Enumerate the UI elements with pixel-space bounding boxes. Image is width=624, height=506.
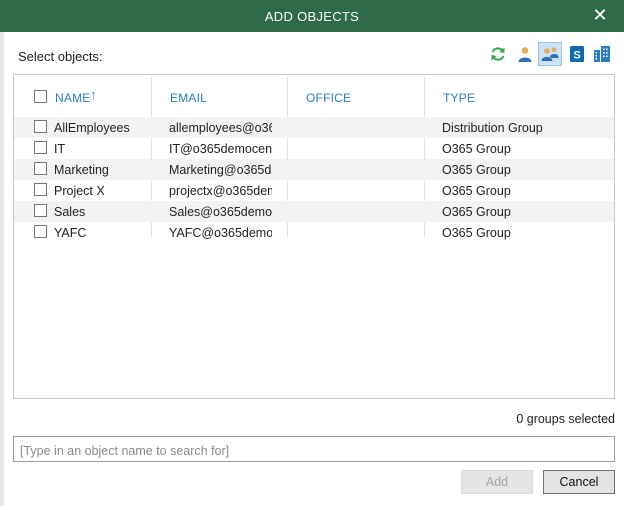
table-row[interactable]: Project X projectx@o365dem O365 Group bbox=[14, 180, 614, 201]
grid-header: NAME ↑ EMAIL OFFICE TYPE bbox=[14, 75, 614, 117]
sort-ascending-icon: ↑ bbox=[90, 87, 97, 102]
search-input[interactable] bbox=[14, 437, 614, 461]
cell-type: O365 Group bbox=[442, 142, 511, 156]
organization-icon[interactable] bbox=[590, 42, 614, 66]
cell-email: Marketing@o365de bbox=[169, 163, 272, 177]
cell-name: YAFC bbox=[54, 226, 87, 240]
cell-name: Sales bbox=[54, 205, 86, 219]
column-header-name[interactable]: NAME bbox=[55, 91, 90, 105]
cell-email: projectx@o365dem bbox=[169, 184, 272, 198]
cell-email: IT@o365democente bbox=[169, 142, 272, 156]
cell-email: Sales@o365democ bbox=[169, 205, 272, 219]
table-row[interactable]: Sales Sales@o365democ O365 Group bbox=[14, 201, 614, 222]
objects-grid: NAME ↑ EMAIL OFFICE TYPE AllEmployees al… bbox=[13, 74, 615, 399]
cell-type: O365 Group bbox=[442, 184, 511, 198]
cell-name: Project X bbox=[54, 184, 105, 198]
cell-type: O365 Group bbox=[442, 205, 511, 219]
cell-name: IT bbox=[54, 142, 66, 156]
search-box[interactable] bbox=[13, 436, 615, 462]
cell-email: allemployees@o365 bbox=[169, 121, 272, 135]
column-header-office[interactable]: OFFICE bbox=[306, 91, 351, 105]
group-icon[interactable] bbox=[538, 42, 562, 66]
close-icon[interactable]: ✕ bbox=[590, 5, 610, 25]
cell-name: Marketing bbox=[54, 163, 109, 177]
table-row[interactable]: YAFC YAFC@o365democ O365 Group bbox=[14, 222, 614, 243]
table-row[interactable]: IT IT@o365democente O365 Group bbox=[14, 138, 614, 159]
row-checkbox[interactable] bbox=[34, 225, 47, 238]
table-row[interactable]: Marketing Marketing@o365de O365 Group bbox=[14, 159, 614, 180]
refresh-icon[interactable] bbox=[486, 42, 510, 66]
svg-text:S: S bbox=[573, 50, 580, 62]
row-checkbox[interactable] bbox=[34, 183, 47, 196]
dialog-title: ADD OBJECTS bbox=[264, 9, 360, 24]
column-header-email[interactable]: EMAIL bbox=[170, 91, 207, 105]
cell-type: Distribution Group bbox=[442, 121, 543, 135]
selection-status: 0 groups selected bbox=[516, 412, 615, 426]
cell-type: O365 Group bbox=[442, 163, 511, 177]
cell-name: AllEmployees bbox=[54, 121, 130, 135]
column-header-type[interactable]: TYPE bbox=[443, 91, 475, 105]
row-checkbox[interactable] bbox=[34, 120, 47, 133]
background-window bbox=[0, 0, 4, 506]
cell-email: YAFC@o365democ bbox=[169, 226, 272, 240]
user-icon[interactable] bbox=[513, 42, 537, 66]
sharepoint-icon[interactable]: S bbox=[565, 42, 589, 66]
select-objects-label: Select objects: bbox=[18, 49, 103, 64]
cell-type: O365 Group bbox=[442, 226, 511, 240]
select-all-checkbox[interactable] bbox=[34, 90, 47, 103]
dialog-titlebar: ADD OBJECTS ✕ bbox=[0, 0, 624, 32]
add-button[interactable]: Add bbox=[461, 470, 533, 494]
row-checkbox[interactable] bbox=[34, 141, 47, 154]
row-checkbox[interactable] bbox=[34, 162, 47, 175]
cancel-button[interactable]: Cancel bbox=[543, 470, 615, 494]
row-checkbox[interactable] bbox=[34, 204, 47, 217]
table-row[interactable]: AllEmployees allemployees@o365 Distribut… bbox=[14, 117, 614, 138]
